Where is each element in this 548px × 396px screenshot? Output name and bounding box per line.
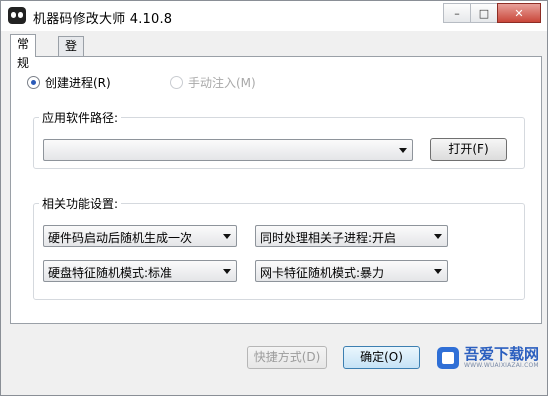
manual-inject-option: 手动注入(M) (170, 74, 256, 91)
watermark-text: 吾爱下载网 WWW.WUAIXIAZAI.COM (464, 346, 539, 370)
features-group: 相关功能设置: 硬件码启动后随机生成一次 同时处理相关子进程:开启 硬盘特征随机… (33, 195, 525, 300)
app-path-group: 应用软件路径: 打开(F) (33, 109, 525, 169)
chevron-down-icon (223, 234, 231, 239)
child-process-value: 同时处理相关子进程:开启 (260, 231, 397, 245)
nic-mode-dropdown[interactable]: 网卡特征随机模式:暴力 (255, 260, 448, 282)
window-controls: – □ ✕ (443, 3, 541, 23)
app-logo-icon (8, 7, 26, 24)
manual-inject-radio (170, 76, 183, 89)
close-button[interactable]: ✕ (497, 3, 541, 23)
window-title: 机器码修改大师 4.10.8 (33, 12, 173, 27)
minimize-button[interactable]: – (443, 3, 471, 23)
manual-inject-label: 手动注入(M) (188, 76, 256, 90)
chevron-down-icon (434, 234, 442, 239)
open-file-button[interactable]: 打开(F) (430, 138, 507, 161)
child-process-dropdown[interactable]: 同时处理相关子进程:开启 (255, 225, 448, 247)
hw-code-value: 硬件码启动后随机生成一次 (48, 231, 193, 245)
disk-mode-dropdown[interactable]: 硬盘特征随机模式:标准 (43, 260, 237, 282)
tab-login[interactable]: 登录 (58, 36, 85, 72)
ok-button[interactable]: 确定(O) (343, 346, 420, 369)
app-path-combobox[interactable] (43, 139, 413, 161)
general-panel: 创建进程(R) 手动注入(M) 应用软件路径: 打开(F) 相关功能设置: 硬件… (10, 56, 542, 324)
create-process-label: 创建进程(R) (45, 76, 111, 90)
maximize-button[interactable]: □ (470, 3, 498, 23)
app-window: 机器码修改大师 4.10.8 – □ ✕ 常规 登录 创建进程(R) 手动注入(… (0, 0, 548, 396)
features-label: 相关功能设置: (39, 195, 122, 212)
chevron-down-icon (399, 148, 407, 153)
nic-mode-value: 网卡特征随机模式:暴力 (260, 266, 385, 280)
tab-general[interactable]: 常规 (10, 34, 37, 70)
hw-code-dropdown[interactable]: 硬件码启动后随机生成一次 (43, 225, 237, 247)
watermark-subtitle: WWW.WUAIXIAZAI.COM (464, 362, 539, 369)
app-path-label: 应用软件路径: (39, 109, 122, 126)
shortcut-button: 快捷方式(D) (247, 346, 327, 369)
title-bar: 机器码修改大师 4.10.8 – □ ✕ (1, 1, 547, 31)
chevron-down-icon (434, 269, 442, 274)
watermark-title: 吾爱下载网 (464, 345, 540, 363)
watermark-logo-icon (437, 347, 459, 369)
create-process-radio[interactable] (27, 76, 40, 89)
chevron-down-icon (223, 269, 231, 274)
site-watermark: 吾爱下载网 WWW.WUAIXIAZAI.COM (437, 346, 539, 370)
disk-mode-value: 硬盘特征随机模式:标准 (48, 266, 173, 280)
create-process-option[interactable]: 创建进程(R) (27, 74, 111, 91)
